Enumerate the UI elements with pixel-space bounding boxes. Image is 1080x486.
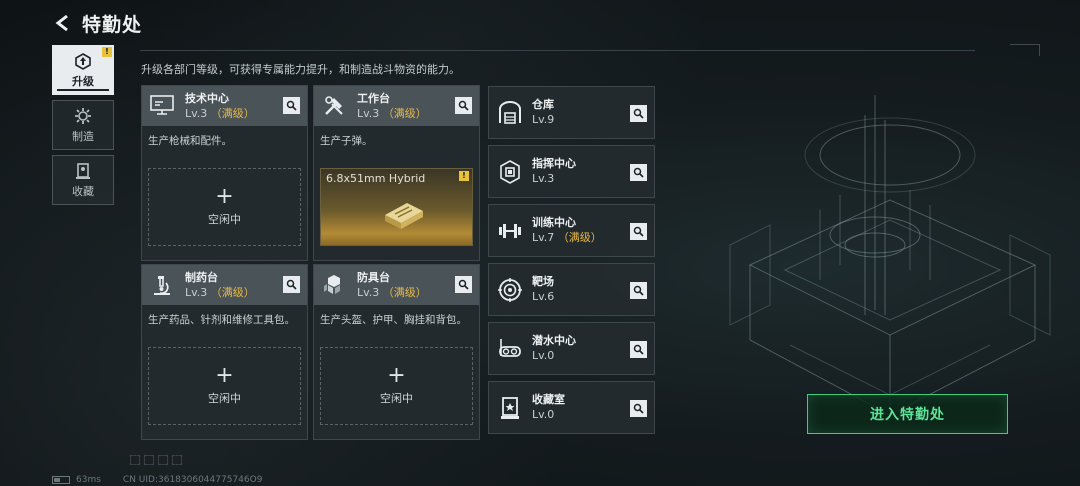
warehouse-icon	[495, 98, 525, 128]
facility-level: Lv.6	[532, 290, 555, 303]
ammo-box-icon	[385, 203, 423, 229]
nav-item-craft[interactable]: 制造	[52, 100, 114, 150]
production-slot[interactable]: ! 6.8x51mm Hybrid	[320, 168, 473, 246]
idle-label: 空闲中	[208, 213, 241, 226]
page-description: 升级各部门等级，可获得专属能力提升，和制造战斗物资的能力。	[141, 63, 460, 76]
nav-label: 升级	[72, 74, 94, 88]
search-icon[interactable]	[283, 97, 300, 114]
facility-level: Lv.0	[532, 349, 555, 362]
facility-name: 训练中心	[532, 216, 576, 229]
facility-name: 指挥中心	[532, 157, 576, 170]
search-icon[interactable]	[283, 276, 300, 293]
idle-slot[interactable]: + 空闲中	[320, 347, 473, 425]
facility-card-armory: 防具台 Lv.3 （满级） 生产头盔、护甲、胸挂和背包。 + 空闲中	[313, 264, 480, 440]
facility-name: 技术中心	[185, 91, 229, 105]
tools-icon	[320, 92, 348, 120]
nav-label: 收藏	[72, 184, 94, 198]
facility-item-shooting-range[interactable]: 靶场 Lv.6	[488, 263, 655, 316]
search-icon[interactable]	[630, 223, 647, 240]
search-icon[interactable]	[455, 97, 472, 114]
facility-level: Lv.3 （满级）	[185, 285, 255, 299]
facility-name: 收藏室	[532, 393, 565, 406]
facility-name: 防具台	[357, 270, 390, 284]
upgrade-icon	[75, 52, 91, 70]
nav-label: 制造	[72, 129, 94, 143]
computer-icon	[148, 92, 176, 120]
facility-level: Lv.3 （满级）	[357, 285, 427, 299]
facility-item-command-center[interactable]: 指挥中心 Lv.3	[488, 145, 655, 198]
facility-name: 靶场	[532, 275, 554, 288]
search-icon[interactable]	[630, 105, 647, 122]
card-header: 防具台 Lv.3 （满级）	[314, 265, 479, 305]
collection-icon	[76, 162, 90, 179]
page-title: 特勤处	[82, 13, 143, 36]
facility-name: 制药台	[185, 270, 218, 284]
facility-item-warehouse[interactable]: 仓库 Lv.9	[488, 86, 655, 139]
card-header: 工作台 Lv.3 （满级）	[314, 86, 479, 126]
facility-level: Lv.7 （满级）	[532, 231, 602, 244]
plus-icon: +	[387, 363, 406, 388]
facility-level: Lv.9	[532, 113, 555, 126]
facility-item-diving-center[interactable]: 潜水中心 Lv.0	[488, 322, 655, 375]
facility-level: Lv.3 （满级）	[185, 106, 255, 120]
decorative-dots	[130, 455, 182, 465]
search-icon[interactable]	[455, 276, 472, 293]
microscope-icon	[148, 271, 176, 299]
facility-name: 潜水中心	[532, 334, 576, 347]
plus-icon: +	[215, 363, 234, 388]
facility-item-collection-room[interactable]: 收藏室 Lv.0	[488, 381, 655, 434]
search-icon[interactable]	[630, 400, 647, 417]
search-icon[interactable]	[630, 282, 647, 299]
facility-name: 工作台	[357, 91, 390, 105]
facility-description: 生产子弹。	[320, 135, 373, 147]
ping-value: 63ms	[76, 475, 101, 485]
facility-card-workbench: 工作台 Lv.3 （满级） 生产子弹。 ! 6.8x51mm Hybrid	[313, 85, 480, 261]
nav-item-upgrade[interactable]: ! 升级	[52, 45, 114, 95]
plus-icon: +	[215, 184, 234, 209]
facility-description: 生产枪械和配件。	[148, 135, 232, 147]
enter-special-ops-button[interactable]: 进入特勤处	[807, 394, 1008, 434]
idle-slot[interactable]: + 空闲中	[148, 168, 301, 246]
notification-badge: !	[102, 47, 112, 57]
facility-level: Lv.3	[532, 172, 555, 185]
facility-name: 仓库	[532, 98, 554, 111]
facility-description: 生产头盔、护甲、胸挂和背包。	[320, 314, 467, 326]
search-icon[interactable]	[630, 164, 647, 181]
idle-label: 空闲中	[380, 392, 413, 405]
display-case-icon	[495, 393, 525, 423]
side-nav: ! 升级 制造 收藏	[52, 45, 114, 210]
notification-badge: !	[459, 171, 469, 181]
card-header: 制药台 Lv.3 （满级）	[142, 265, 307, 305]
facility-item-training-center[interactable]: 训练中心 Lv.7 （满级）	[488, 204, 655, 257]
user-uid: CN UID:3618306044775746O9	[122, 475, 263, 485]
divider-tick	[1010, 44, 1040, 56]
divider	[140, 50, 975, 51]
facility-level: Lv.0	[532, 408, 555, 421]
product-name: 6.8x51mm Hybrid	[326, 172, 426, 185]
back-arrow-icon[interactable]	[52, 12, 74, 34]
gear-icon	[75, 107, 91, 124]
facility-card-pharmacy: 制药台 Lv.3 （满级） 生产药品、针剂和维修工具包。 + 空闲中	[141, 264, 308, 440]
command-chip-icon	[495, 157, 525, 187]
armor-blocks-icon	[320, 271, 348, 299]
target-icon	[495, 275, 525, 305]
facility-card-tech-center: 技术中心 Lv.3 （满级） 生产枪械和配件。 + 空闲中	[141, 85, 308, 261]
facility-level: Lv.3 （满级）	[357, 106, 427, 120]
diving-mask-icon	[495, 334, 525, 364]
status-footer: 63ms CN UID:3618306044775746O9	[52, 475, 284, 485]
card-header: 技术中心 Lv.3 （满级）	[142, 86, 307, 126]
nav-item-collection[interactable]: 收藏	[52, 155, 114, 205]
battery-icon	[52, 476, 70, 484]
search-icon[interactable]	[630, 341, 647, 358]
idle-label: 空闲中	[208, 392, 241, 405]
idle-slot[interactable]: + 空闲中	[148, 347, 301, 425]
dumbbell-icon	[495, 216, 525, 246]
header: 特勤处	[52, 10, 142, 36]
facility-description: 生产药品、针剂和维修工具包。	[148, 314, 295, 326]
